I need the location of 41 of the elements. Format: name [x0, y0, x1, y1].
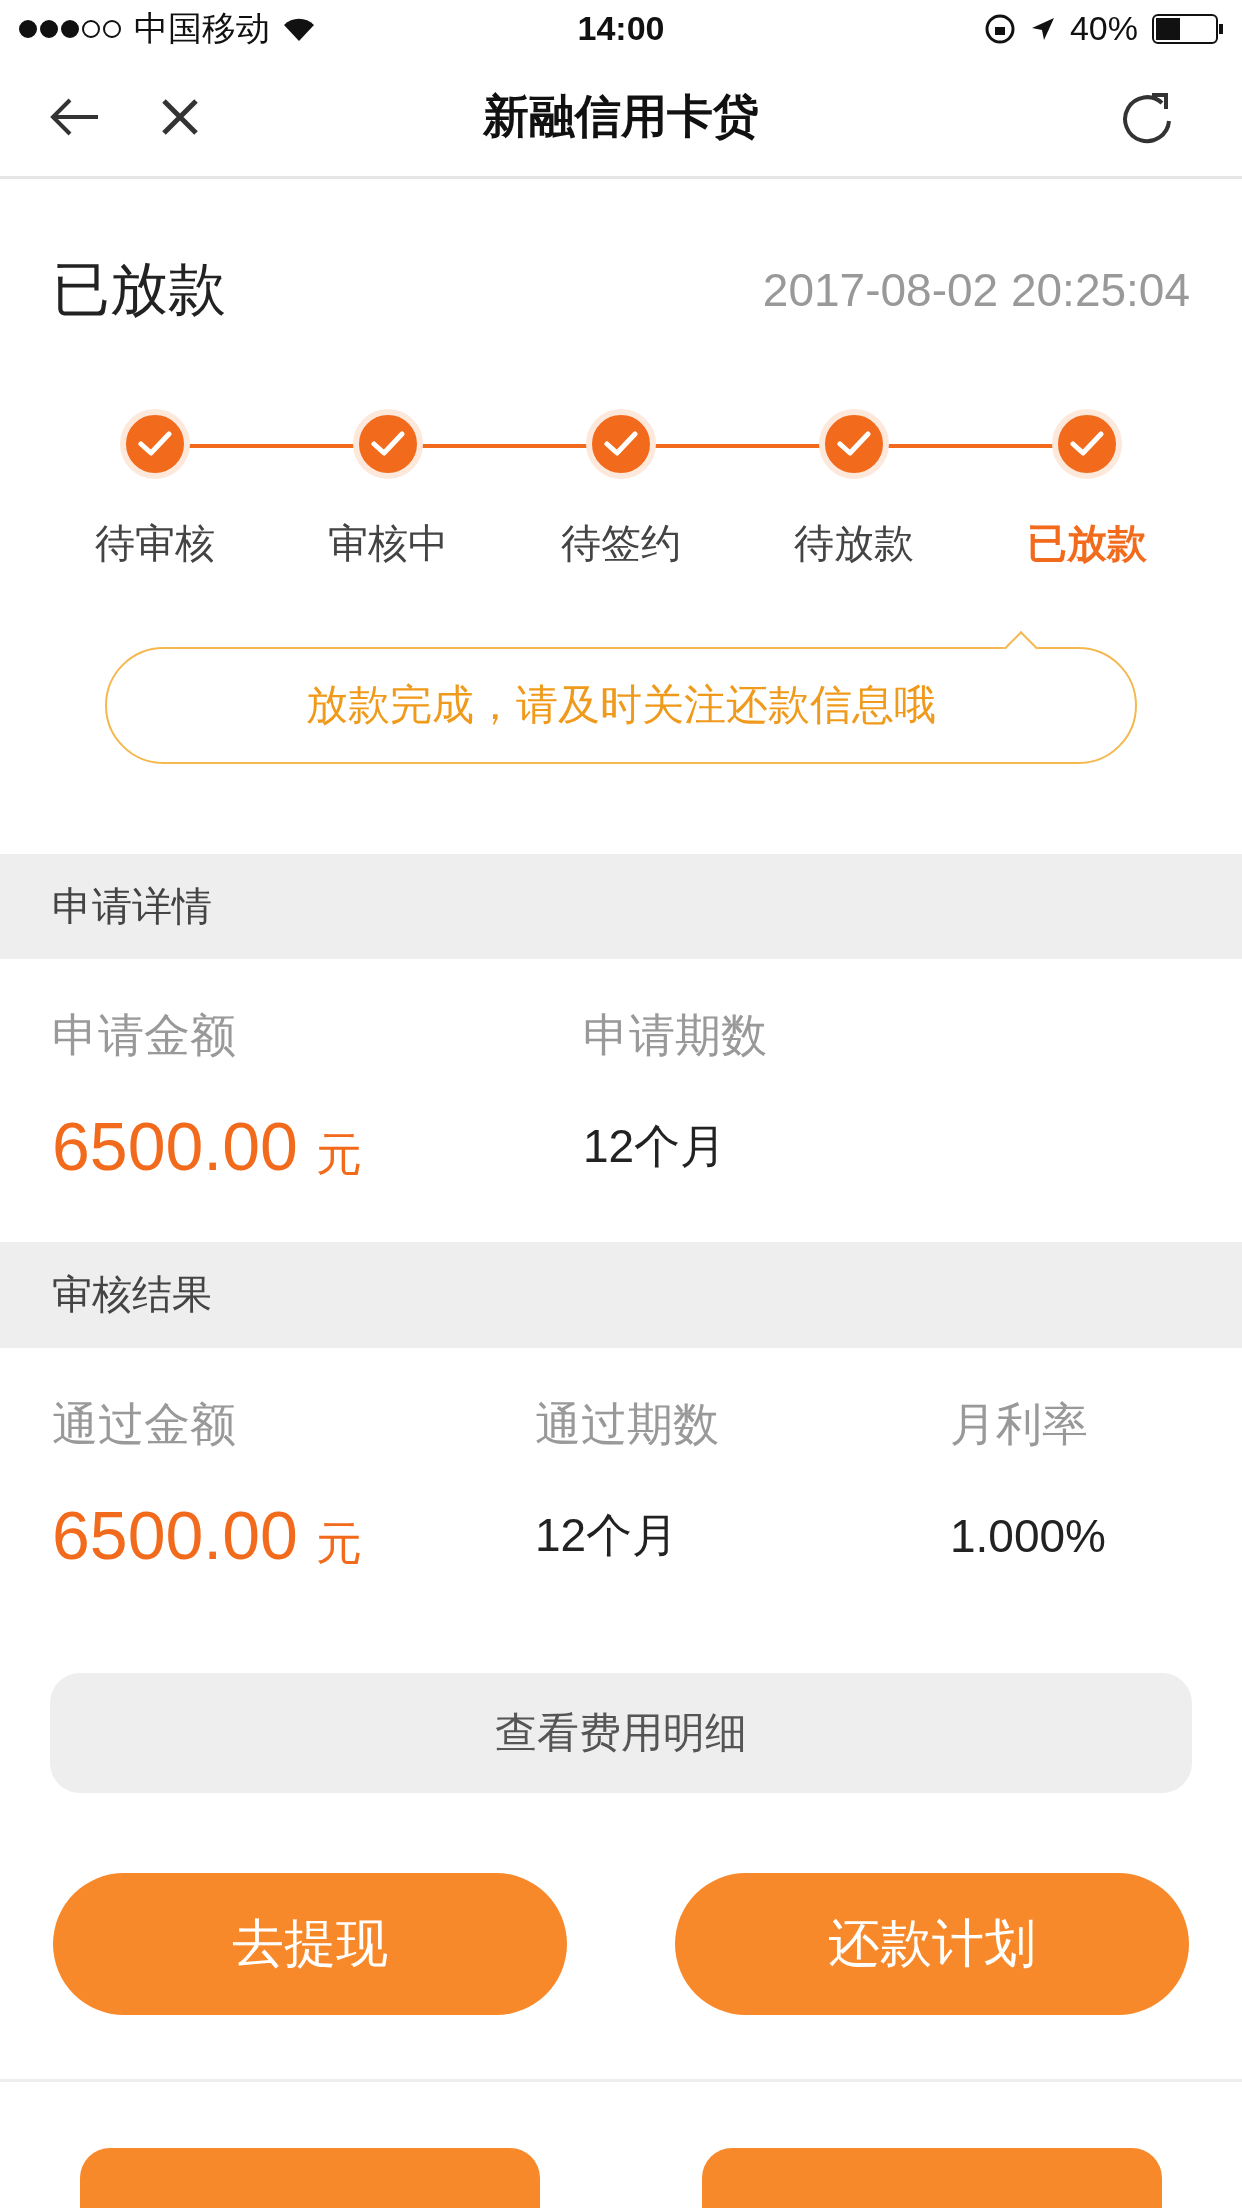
- check-icon: [604, 430, 638, 457]
- step-label: 待签约: [561, 519, 681, 567]
- section-title: 申请详情: [52, 882, 212, 930]
- back-button[interactable]: [50, 96, 100, 137]
- close-icon: [160, 96, 200, 137]
- amount-unit: 元: [315, 1515, 362, 1571]
- page-title: 新融信用卡贷: [483, 88, 759, 144]
- amount-value: 6500.00: [52, 1495, 298, 1574]
- field-label: 通过金额: [52, 1396, 237, 1452]
- check-icon: [370, 430, 405, 457]
- amount-value: 6500.00: [52, 1107, 298, 1186]
- field-label: 通过期数: [535, 1396, 720, 1452]
- clock-time: 14:00: [577, 9, 665, 49]
- field-label: 申请期数: [583, 1008, 768, 1064]
- notice-text: 放款完成，请及时关注还款信息哦: [306, 680, 936, 731]
- field-label: 申请金额: [52, 1008, 237, 1064]
- close-button[interactable]: [160, 96, 200, 137]
- step-label: 已放款: [1027, 519, 1148, 567]
- action-button[interactable]: 还款计划: [675, 1873, 1189, 2016]
- step-label: 审核中: [327, 519, 448, 567]
- step-label: 待放款: [794, 519, 915, 567]
- battery-icon: [1152, 13, 1224, 44]
- check-icon: [1070, 430, 1105, 457]
- action-button[interactable]: 去提现: [53, 1873, 567, 2016]
- field-label: 月利率: [950, 1396, 1089, 1452]
- field-value: 1.000%: [950, 1508, 1107, 1564]
- step-label: 待审核: [94, 519, 215, 567]
- field-value: 12个月: [535, 1507, 680, 1563]
- rotation-lock-icon: [983, 12, 1016, 45]
- signal-icon: [18, 18, 122, 39]
- section-title: 审核结果: [52, 1271, 212, 1319]
- field-value: 12个月: [583, 1119, 728, 1175]
- amount-unit: 元: [315, 1127, 362, 1183]
- status-time: 2017-08-02 20:25:04: [762, 262, 1190, 317]
- check-icon: [837, 430, 872, 457]
- carrier-name: 中国移动: [134, 7, 270, 49]
- check-icon: [137, 430, 172, 457]
- back-arrow-icon: [50, 96, 100, 137]
- battery-percent: 40%: [1069, 9, 1138, 49]
- fee-details-button[interactable]: 查看费用明细: [50, 1672, 1192, 1794]
- status-title: 已放款: [52, 254, 226, 323]
